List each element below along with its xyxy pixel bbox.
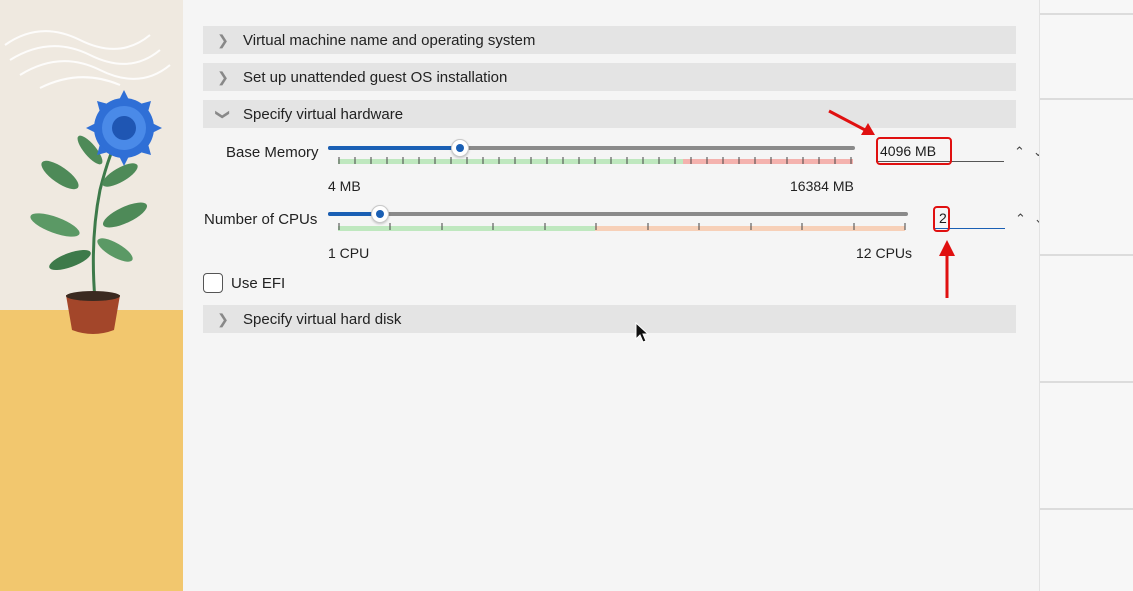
section-label: Set up unattended guest OS installation [243, 68, 508, 86]
section-label: Specify virtual hardware [243, 105, 404, 123]
background-window-edge [1039, 0, 1133, 591]
section-label: Virtual machine name and operating syste… [243, 31, 536, 49]
section-virtual-hardware[interactable]: ❯ Specify virtual hardware [203, 100, 1016, 128]
section-unattended-install[interactable]: ❯ Set up unattended guest OS installatio… [203, 63, 1016, 91]
memory-max-label: 16384 MB [790, 178, 854, 194]
spin-up-icon[interactable]: ⌃ [1015, 211, 1026, 227]
divider [1040, 13, 1133, 15]
mouse-cursor-icon [635, 322, 650, 343]
wizard-main-panel: ❯ Virtual machine name and operating sys… [183, 0, 1045, 591]
annotation-arrow-memory [828, 109, 875, 135]
chevron-down-icon: ❯ [215, 108, 232, 120]
section-label: Specify virtual hard disk [243, 310, 402, 328]
chevron-right-icon: ❯ [217, 68, 229, 85]
memory-min-label: 4 MB [328, 178, 361, 194]
cpu-min-label: 1 CPU [328, 245, 370, 261]
use-efi-checkbox[interactable] [203, 273, 223, 293]
memory-value-highlight [876, 137, 952, 165]
cpu-slider-track[interactable] [328, 212, 908, 216]
chevron-right-icon: ❯ [217, 31, 229, 48]
annotation-arrow-cpu [939, 240, 955, 298]
divider [1040, 381, 1133, 383]
chevron-right-icon: ❯ [217, 310, 229, 327]
plant-illustration [4, 30, 171, 334]
spin-up-icon[interactable]: ⌃ [1014, 144, 1025, 160]
memory-slider-ticks [338, 157, 852, 164]
section-vm-name-os[interactable]: ❯ Virtual machine name and operating sys… [203, 26, 1016, 54]
divider [1040, 98, 1133, 100]
use-efi-label: Use EFI [231, 275, 286, 292]
app-window: ❯ Virtual machine name and operating sys… [0, 0, 1133, 591]
cpu-spinbox[interactable]: 2 ⌃ ⌄ [935, 208, 1045, 229]
memory-slider-fill [328, 146, 460, 150]
divider [1040, 254, 1133, 256]
section-virtual-hard-disk[interactable]: ❯ Specify virtual hard disk [203, 305, 1016, 333]
divider [1040, 508, 1133, 510]
cpu-slider-thumb[interactable] [371, 205, 389, 223]
cpu-value-highlight [933, 206, 950, 232]
cpu-max-label: 12 CPUs [856, 245, 913, 261]
memory-slider-thumb[interactable] [451, 139, 469, 157]
cpu-slider-ticks [338, 223, 906, 230]
wizard-illustration [0, 0, 183, 591]
base-memory-label: Base Memory [226, 144, 319, 161]
cpu-count-label: Number of CPUs [204, 211, 318, 228]
